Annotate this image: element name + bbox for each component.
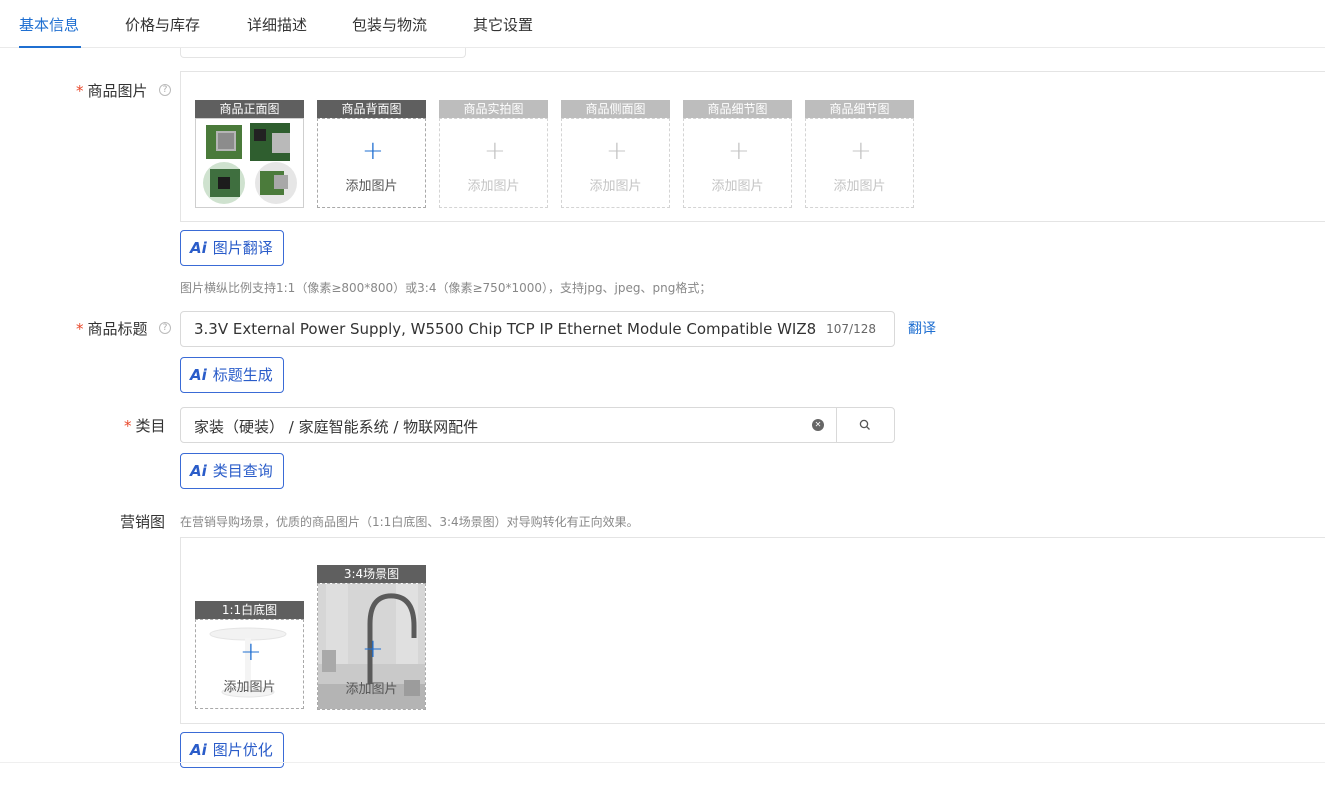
square-image-upload[interactable]: + 添加图片 — [195, 619, 304, 709]
marketing-label: 营销图 — [120, 513, 166, 531]
add-image-text: 添加图片 — [711, 179, 764, 194]
add-image-text: 添加图片 — [467, 179, 520, 194]
back-image-upload[interactable]: + 添加图片 — [317, 118, 426, 208]
plus-icon: + — [606, 136, 628, 166]
ai-icon: Ai — [190, 239, 207, 257]
slot-title: 商品细节图 — [683, 100, 792, 118]
plus-icon: + — [240, 637, 262, 667]
slot-title: 商品背面图 — [317, 100, 426, 118]
slot-title: 商品正面图 — [195, 100, 304, 118]
image-slot-back[interactable]: 商品背面图 + 添加图片 — [317, 100, 426, 208]
category-search-button[interactable] — [836, 407, 895, 443]
side-image-upload[interactable]: + 添加图片 — [561, 118, 670, 208]
title-help-icon[interactable]: ? — [159, 322, 171, 334]
marketing-images-panel: 1:1白底图 + 添加图片 3:4场景图 + 添加图片 — [180, 537, 1325, 724]
title-label: * 商品标题 — [76, 320, 148, 338]
product-photo-thumbnail — [196, 119, 303, 207]
images-help-icon[interactable]: ? — [159, 84, 171, 96]
tab-basic-info[interactable]: 基本信息 — [19, 14, 79, 35]
category-query-button[interactable]: Ai 类目查询 — [180, 453, 284, 489]
tab-price-stock[interactable]: 价格与库存 — [125, 14, 200, 35]
clear-icon[interactable]: ✕ — [812, 419, 824, 431]
search-icon — [859, 419, 870, 430]
ai-icon: Ai — [190, 741, 207, 759]
add-image-text: 添加图片 — [345, 682, 398, 697]
add-image-text: 添加图片 — [589, 179, 642, 194]
detail-image-upload-1[interactable]: + 添加图片 — [683, 118, 792, 208]
images-label: * 商品图片 — [76, 82, 148, 100]
slot-title: 商品实拍图 — [439, 100, 548, 118]
image-slot-real-shot[interactable]: 商品实拍图 + 添加图片 — [439, 100, 548, 208]
category-label: * 类目 — [124, 417, 166, 435]
plus-icon: + — [484, 136, 506, 166]
image-slot-front[interactable]: 商品正面图 — [195, 100, 304, 208]
scene-image-upload[interactable]: + 添加图片 — [317, 583, 426, 710]
marketing-slot-scene[interactable]: 3:4场景图 + 添加图片 — [317, 565, 426, 710]
image-slot-detail-1[interactable]: 商品细节图 + 添加图片 — [683, 100, 792, 208]
slot-title: 3:4场景图 — [317, 565, 426, 583]
scrolled-panel-edge — [180, 48, 466, 58]
tab-detail-description[interactable]: 详细描述 — [247, 14, 307, 35]
add-image-text: 添加图片 — [833, 179, 886, 194]
front-image-box[interactable] — [195, 118, 304, 208]
add-image-text: 添加图片 — [223, 680, 276, 695]
slot-title: 商品侧面图 — [561, 100, 670, 118]
active-tab-indicator — [19, 46, 81, 48]
translate-link[interactable]: 翻译 — [908, 318, 936, 338]
title-char-counter: 107/128 — [826, 322, 876, 336]
add-image-text: 添加图片 — [345, 179, 398, 194]
tab-packaging-logistics[interactable]: 包装与物流 — [352, 14, 427, 35]
tab-bar: 基本信息 价格与库存 详细描述 包装与物流 其它设置 — [0, 0, 1325, 48]
plus-icon: + — [728, 136, 750, 166]
slot-title: 商品细节图 — [805, 100, 914, 118]
images-hint: 图片横纵比例支持1:1（像素≥800*800）或3:4（像素≥750*1000）… — [180, 281, 712, 295]
slot-title: 1:1白底图 — [195, 601, 304, 619]
product-images-panel: 商品正面图 商品背面图 + 添加图片 商品实拍图 + 添加图片 商品侧面图 + … — [180, 71, 1325, 222]
image-slot-side[interactable]: 商品侧面图 + 添加图片 — [561, 100, 670, 208]
image-translate-button[interactable]: Ai 图片翻译 — [180, 230, 284, 266]
category-value: 家装（硬装） / 家庭智能系统 / 物联网配件 — [194, 418, 479, 436]
title-input-value[interactable]: 3.3V External Power Supply, W5500 Chip T… — [194, 320, 816, 338]
plus-icon: + — [850, 136, 872, 166]
ai-icon: Ai — [190, 366, 207, 384]
detail-image-upload-2[interactable]: + 添加图片 — [805, 118, 914, 208]
title-input[interactable]: 3.3V External Power Supply, W5500 Chip T… — [180, 311, 895, 347]
category-select[interactable]: 家装（硬装） / 家庭智能系统 / 物联网配件 ✕ — [180, 407, 837, 443]
real-shot-image-upload[interactable]: + 添加图片 — [439, 118, 548, 208]
plus-icon: + — [362, 136, 384, 166]
ai-icon: Ai — [190, 462, 207, 480]
page-bottom-divider — [0, 762, 1325, 763]
marketing-slot-square[interactable]: 1:1白底图 + 添加图片 — [195, 601, 304, 709]
title-generate-button[interactable]: Ai 标题生成 — [180, 357, 284, 393]
marketing-hint: 在营销导购场景，优质的商品图片（1:1白底图、3:4场景图）对导购转化有正向效果… — [180, 515, 639, 529]
tab-other-settings[interactable]: 其它设置 — [473, 14, 533, 35]
plus-icon: + — [362, 634, 384, 664]
image-slot-detail-2[interactable]: 商品细节图 + 添加图片 — [805, 100, 914, 208]
